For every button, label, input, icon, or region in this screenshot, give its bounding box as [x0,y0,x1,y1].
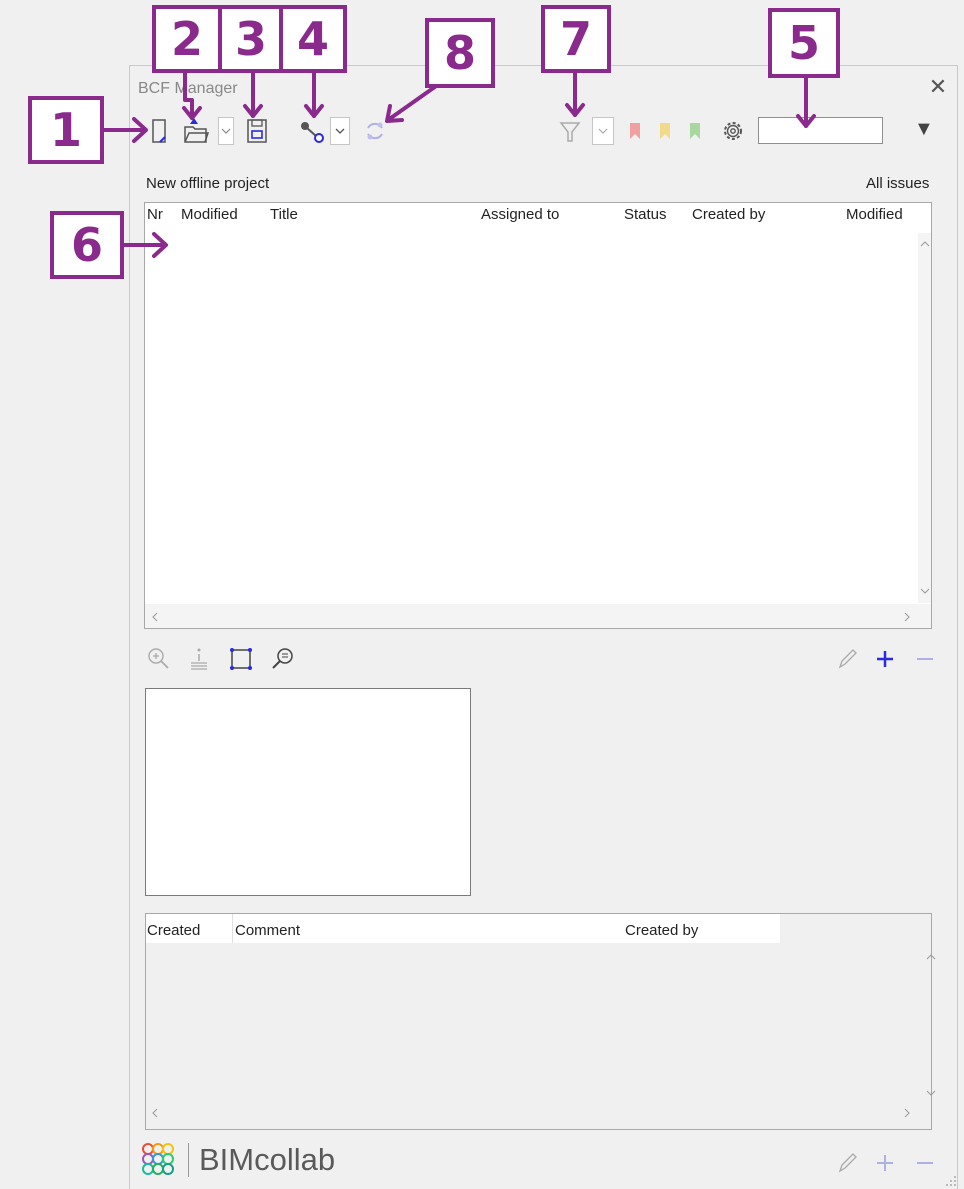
callout-1: 1 [28,96,104,164]
callout-6: 6 [50,211,124,279]
callout-4: 4 [279,5,347,73]
callout-3: 3 [218,5,284,73]
callout-5: 5 [768,8,840,78]
callout-2: 2 [152,5,222,73]
callout-7: 7 [541,5,611,73]
callout-8: 8 [425,18,495,88]
callout-arrows [100,70,816,258]
